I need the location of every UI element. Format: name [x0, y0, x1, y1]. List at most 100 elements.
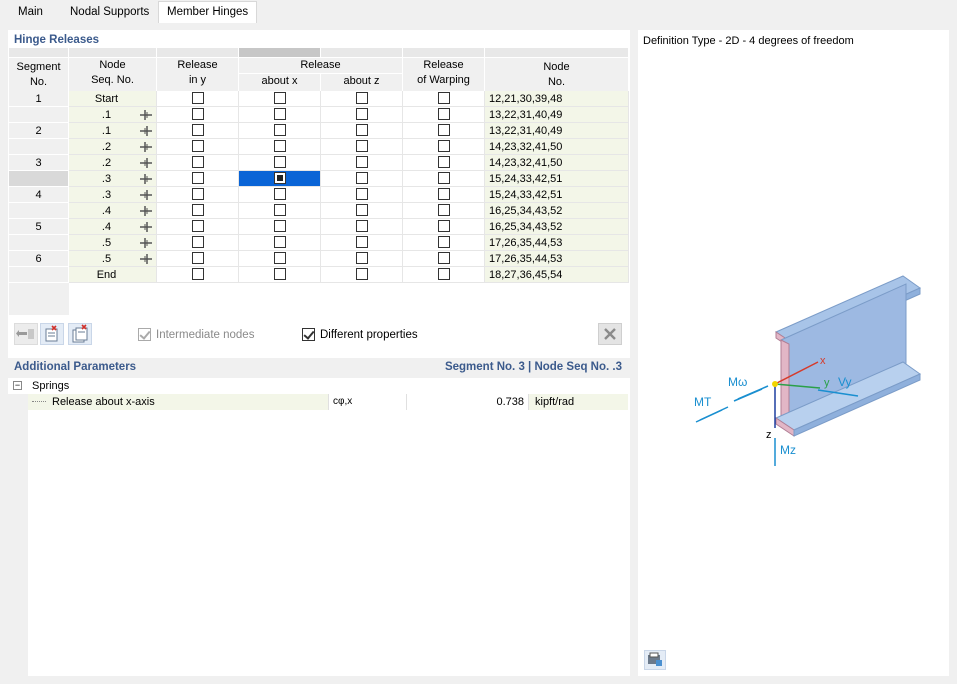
export-graphic-button[interactable]	[644, 650, 666, 670]
node-seq-cell[interactable]: .4	[69, 203, 157, 219]
node-no-cell[interactable]: 15,24,33,42,51	[485, 187, 629, 203]
release-y-cell[interactable]	[157, 267, 239, 283]
release-about-z-cell[interactable]	[321, 123, 403, 139]
node-no-cell[interactable]: 13,22,31,40,49	[485, 123, 629, 139]
parameter-value[interactable]: 0.738	[406, 394, 528, 410]
release-about-x-checkbox[interactable]	[273, 204, 286, 217]
release-about-z-checkbox[interactable]	[355, 252, 368, 265]
table-row[interactable]: 6 .5 17,26,35,44,53	[9, 251, 629, 267]
release-about-x-checkbox[interactable]	[273, 236, 286, 249]
header-segment[interactable]: Segment No.	[9, 58, 69, 91]
release-warping-checkbox[interactable]	[437, 172, 450, 185]
release-y-checkbox[interactable]	[191, 92, 204, 105]
release-about-x-cell[interactable]	[239, 187, 321, 203]
release-y-checkbox[interactable]	[191, 268, 204, 281]
release-about-z-cell[interactable]	[321, 203, 403, 219]
segment-no-cell[interactable]	[9, 139, 69, 155]
different-properties-checkbox[interactable]: Different properties	[302, 328, 418, 341]
release-about-x-checkbox[interactable]	[273, 252, 286, 265]
table-row[interactable]: .3 15,24,33,42,51	[9, 171, 629, 187]
release-warping-checkbox[interactable]	[437, 236, 450, 249]
node-no-cell[interactable]: 17,26,35,44,53	[485, 235, 629, 251]
release-y-cell[interactable]	[157, 187, 239, 203]
segment-no-cell[interactable]	[9, 267, 69, 283]
node-seq-cell[interactable]: .3	[69, 171, 157, 187]
release-about-z-cell[interactable]	[321, 187, 403, 203]
node-no-cell[interactable]: 14,23,32,41,50	[485, 155, 629, 171]
segment-no-cell[interactable]	[9, 235, 69, 251]
release-about-z-cell[interactable]	[321, 155, 403, 171]
release-about-z-cell[interactable]	[321, 235, 403, 251]
release-warping-cell[interactable]	[403, 91, 485, 107]
release-x-row[interactable]: Release about x-axis cφ,x 0.738 kipft/ra…	[28, 394, 628, 410]
segment-no-cell[interactable]: 2	[9, 123, 69, 139]
release-y-checkbox[interactable]	[191, 220, 204, 233]
release-y-cell[interactable]	[157, 123, 239, 139]
table-row[interactable]: .4 16,25,34,43,52	[9, 203, 629, 219]
tab-nodal-supports[interactable]: Nodal Supports	[62, 2, 157, 22]
release-about-z-checkbox[interactable]	[355, 140, 368, 153]
tab-main[interactable]: Main	[10, 2, 51, 22]
node-seq-cell[interactable]: .2	[69, 155, 157, 171]
node-seq-cell[interactable]: .1	[69, 107, 157, 123]
delete-row-button[interactable]	[40, 323, 64, 345]
release-y-checkbox[interactable]	[191, 140, 204, 153]
release-about-x-checkbox[interactable]	[273, 268, 286, 281]
tab-member-hinges[interactable]: Member Hinges	[158, 1, 258, 23]
release-warping-checkbox[interactable]	[437, 108, 450, 121]
release-warping-cell[interactable]	[403, 123, 485, 139]
release-y-cell[interactable]	[157, 107, 239, 123]
release-about-z-checkbox[interactable]	[355, 92, 368, 105]
release-y-cell[interactable]	[157, 235, 239, 251]
release-about-z-checkbox[interactable]	[355, 236, 368, 249]
release-about-z-cell[interactable]	[321, 219, 403, 235]
release-warping-cell[interactable]	[403, 203, 485, 219]
release-warping-cell[interactable]	[403, 139, 485, 155]
node-seq-cell[interactable]: .5	[69, 251, 157, 267]
release-y-cell[interactable]	[157, 251, 239, 267]
segment-no-cell[interactable]: 3	[9, 155, 69, 171]
release-y-checkbox[interactable]	[191, 156, 204, 169]
release-warping-checkbox[interactable]	[437, 140, 450, 153]
release-warping-checkbox[interactable]	[437, 252, 450, 265]
release-about-z-checkbox[interactable]	[355, 124, 368, 137]
release-about-x-checkbox[interactable]	[273, 92, 286, 105]
header-node-seq[interactable]: Node Seq. No.	[69, 58, 157, 91]
node-no-cell[interactable]: 16,25,34,43,52	[485, 203, 629, 219]
release-about-x-checkbox[interactable]	[273, 156, 286, 169]
header-node-no[interactable]: Node No.	[485, 58, 629, 91]
node-no-cell[interactable]: 16,25,34,43,52	[485, 219, 629, 235]
release-warping-cell[interactable]	[403, 251, 485, 267]
release-about-z-checkbox[interactable]	[355, 172, 368, 185]
release-warping-cell[interactable]	[403, 155, 485, 171]
release-about-z-cell[interactable]	[321, 139, 403, 155]
release-warping-checkbox[interactable]	[437, 220, 450, 233]
header-warping[interactable]: Release of Warping	[403, 58, 485, 91]
release-y-checkbox[interactable]	[191, 188, 204, 201]
release-about-x-cell[interactable]	[239, 235, 321, 251]
node-seq-cell[interactable]: .2	[69, 139, 157, 155]
release-warping-cell[interactable]	[403, 187, 485, 203]
release-y-cell[interactable]	[157, 91, 239, 107]
release-y-cell[interactable]	[157, 171, 239, 187]
segment-no-cell[interactable]: 1	[9, 91, 69, 107]
delete-all-button[interactable]	[68, 323, 92, 345]
release-warping-checkbox[interactable]	[437, 124, 450, 137]
release-about-z-cell[interactable]	[321, 171, 403, 187]
table-row[interactable]: .1 13,22,31,40,49	[9, 107, 629, 123]
release-y-checkbox[interactable]	[191, 124, 204, 137]
release-warping-checkbox[interactable]	[437, 268, 450, 281]
node-seq-cell[interactable]: .1	[69, 123, 157, 139]
release-y-checkbox[interactable]	[191, 172, 204, 185]
node-seq-cell[interactable]: .3	[69, 187, 157, 203]
insert-row-button[interactable]	[14, 323, 38, 345]
segment-no-cell[interactable]: 6	[9, 251, 69, 267]
clear-button[interactable]	[598, 323, 622, 345]
table-row[interactable]: .2 14,23,32,41,50	[9, 139, 629, 155]
segment-no-cell[interactable]	[9, 203, 69, 219]
header-about-x[interactable]: about x	[239, 74, 321, 91]
release-about-x-cell[interactable]	[239, 251, 321, 267]
release-about-z-checkbox[interactable]	[355, 108, 368, 121]
segment-no-cell[interactable]: 5	[9, 219, 69, 235]
release-warping-cell[interactable]	[403, 235, 485, 251]
